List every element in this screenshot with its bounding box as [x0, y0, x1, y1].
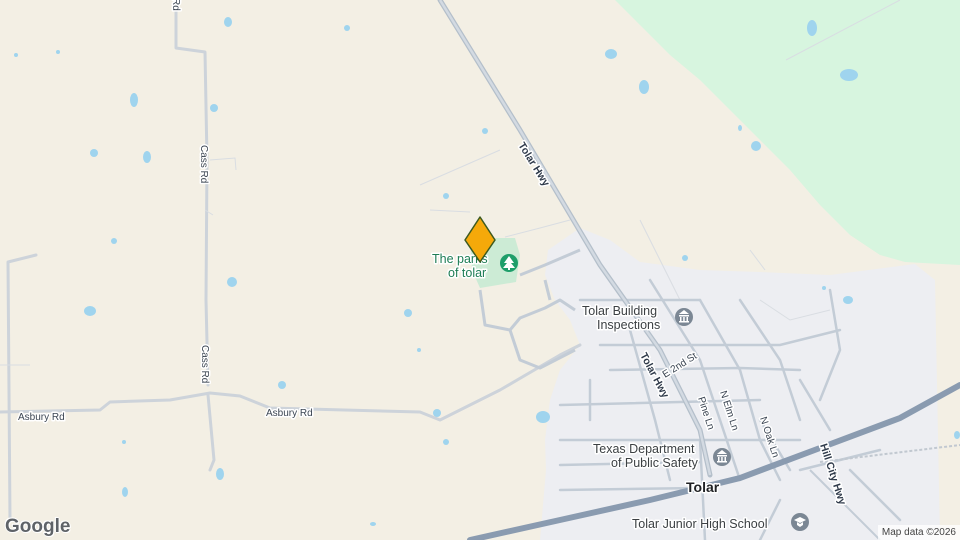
poi-label-building-line2: Inspections — [597, 318, 660, 332]
government-building-icon — [713, 448, 731, 466]
road-label-asbury-rd-left: Asbury Rd — [18, 412, 65, 423]
poi-label-dps-line2: of Public Safety — [611, 456, 699, 470]
poi-label-building-line1: Tolar Building — [582, 304, 657, 318]
forest-area — [615, 0, 960, 265]
road-label-cass-rd-lower: Cass Rd — [199, 345, 210, 383]
map-attribution[interactable]: Map data ©2026 — [877, 525, 960, 540]
map-canvas[interactable]: Tolar Hwy Tolar Hwy Cass Rd Cass Rd Rd A… — [0, 0, 960, 540]
urban-area — [540, 228, 940, 540]
road-label-asbury-rd-right: Asbury Rd — [266, 408, 313, 419]
road-label-tolar-hwy-upper: Tolar Hwy — [515, 140, 551, 188]
poi-label-school: Tolar Junior High School — [632, 517, 768, 531]
road-label-cass-rd-upper: Cass Rd — [198, 145, 209, 183]
poi-label-park-line2: of tolar — [448, 266, 486, 280]
road-label-top-rd: Rd — [170, 0, 181, 11]
poi-label-dps-line1: Texas Department — [593, 442, 695, 456]
graduation-cap-icon — [791, 513, 809, 531]
google-logo: Google — [5, 516, 71, 537]
town-label-tolar[interactable]: Tolar — [685, 478, 722, 497]
tree-icon — [500, 254, 518, 272]
government-building-icon — [675, 308, 693, 326]
